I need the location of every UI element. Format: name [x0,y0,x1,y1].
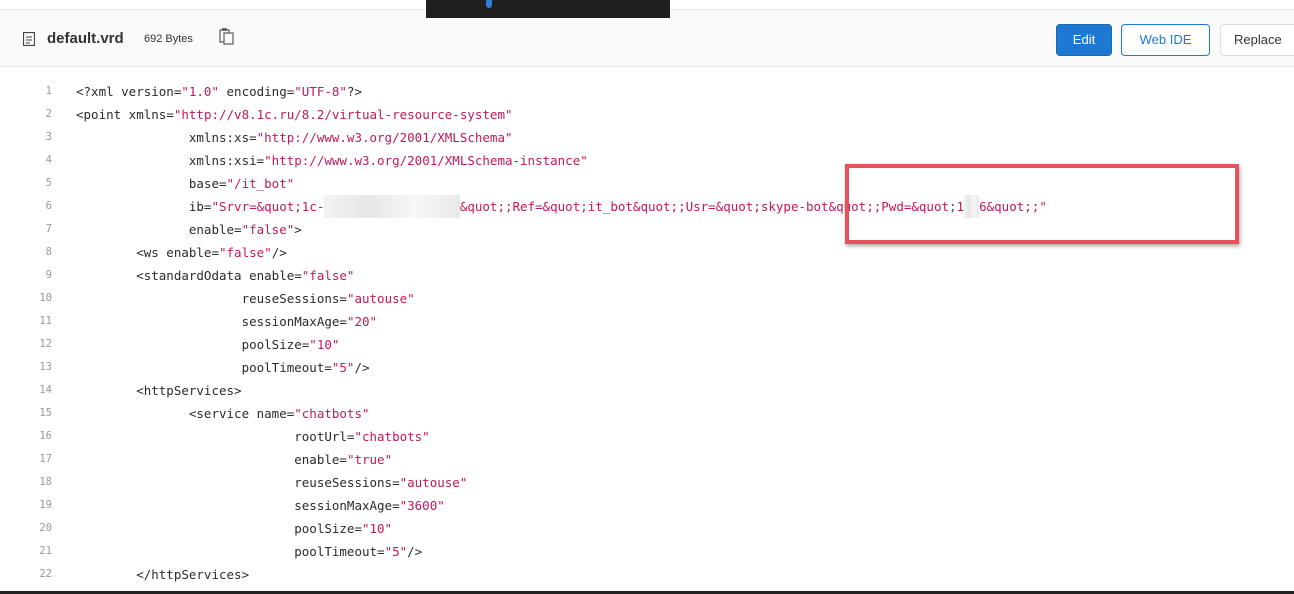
highlight-annotation [845,164,1239,244]
web-ide-button[interactable]: Web IDE [1121,24,1210,56]
code-text: xmlns:xs="http://www.w3.org/2001/XMLSche… [76,130,513,145]
code-text: poolSize="10" [76,337,340,352]
code-text: enable="false"> [76,222,302,237]
line-number[interactable]: 9 [0,264,52,287]
redacted-server [324,195,460,218]
code-viewer: 1 <?xml version="1.0" encoding="UTF-8"?> 2… [0,80,1294,591]
line-number[interactable]: 8 [0,241,52,264]
code-line: 11 sessionMaxAge="20" [0,310,1294,333]
file-size: 692 Bytes [144,33,193,45]
code-line: 14 <httpServices> [0,379,1294,402]
progress-indicator [486,0,492,8]
line-number[interactable]: 7 [0,218,52,241]
code-line: 1 <?xml version="1.0" encoding="UTF-8"?> [0,80,1294,103]
code-text: <service name="chatbots" [76,406,370,421]
top-dark-bar [426,0,670,18]
code-text: poolSize="10" [76,521,393,536]
line-number[interactable]: 16 [0,425,52,448]
line-number[interactable]: 14 [0,379,52,402]
code-text: sessionMaxAge="3600" [76,498,445,513]
line-number[interactable]: 17 [0,448,52,471]
code-text: <?xml version="1.0" encoding="UTF-8"?> [76,84,363,99]
edit-button[interactable]: Edit [1056,24,1112,56]
file-icon [23,32,35,46]
code-line: 9 <standardOdata enable="false" [0,264,1294,287]
code-line: 13 poolTimeout="5"/> [0,356,1294,379]
code-text: xmlns:xsi="http://www.w3.org/2001/XMLSch… [76,153,588,168]
line-number[interactable]: 1 [0,80,52,103]
code-text: reuseSessions="autouse" [76,475,468,490]
code-line: 17 enable="true" [0,448,1294,471]
code-text: reuseSessions="autouse" [76,291,415,306]
code-text: poolTimeout="5"/> [76,544,423,559]
line-number[interactable]: 20 [0,517,52,540]
code-text: <httpServices> [76,383,242,398]
file-name: default.vrd [47,30,124,47]
line-number[interactable]: 22 [0,563,52,586]
code-line: 16 rootUrl="chatbots" [0,425,1294,448]
code-text: rootUrl="chatbots" [76,429,430,444]
code-line: 22 </httpServices> [0,563,1294,586]
code-text: base="/it_bot" [76,176,295,191]
code-line: 18 reuseSessions="autouse" [0,471,1294,494]
code-text: </httpServices> [76,567,250,582]
line-number[interactable]: 5 [0,172,52,195]
code-text: poolTimeout="5"/> [76,360,370,375]
line-number[interactable]: 18 [0,471,52,494]
line-number[interactable]: 2 [0,103,52,126]
code-line: 15 <service name="chatbots" [0,402,1294,425]
code-text: sessionMaxAge="20" [76,314,378,329]
line-number[interactable]: 6 [0,195,52,218]
code-text: <standardOdata enable="false" [76,268,355,283]
code-text: enable="true" [76,452,393,467]
code-line: 8 <ws enable="false"/> [0,241,1294,264]
code-line: 21 poolTimeout="5"/> [0,540,1294,563]
code-line: 3 xmlns:xs="http://www.w3.org/2001/XMLSc… [0,126,1294,149]
line-number[interactable]: 3 [0,126,52,149]
line-number[interactable]: 19 [0,494,52,517]
line-number[interactable]: 12 [0,333,52,356]
line-number[interactable]: 21 [0,540,52,563]
code-text: <ws enable="false"/> [76,245,287,260]
line-number[interactable]: 15 [0,402,52,425]
code-line: 10 reuseSessions="autouse" [0,287,1294,310]
copy-icon[interactable] [219,27,235,45]
line-number[interactable]: 13 [0,356,52,379]
line-number[interactable]: 11 [0,310,52,333]
code-line: 20 poolSize="10" [0,517,1294,540]
line-number[interactable]: 10 [0,287,52,310]
replace-button[interactable]: Replace [1220,24,1294,56]
code-line: 12 poolSize="10" [0,333,1294,356]
line-number[interactable]: 4 [0,149,52,172]
code-text: <point xmlns="http://v8.1c.ru/8.2/virtua… [76,107,513,122]
code-line: 2 <point xmlns="http://v8.1c.ru/8.2/virtu… [0,103,1294,126]
code-line: 19 sessionMaxAge="3600" [0,494,1294,517]
